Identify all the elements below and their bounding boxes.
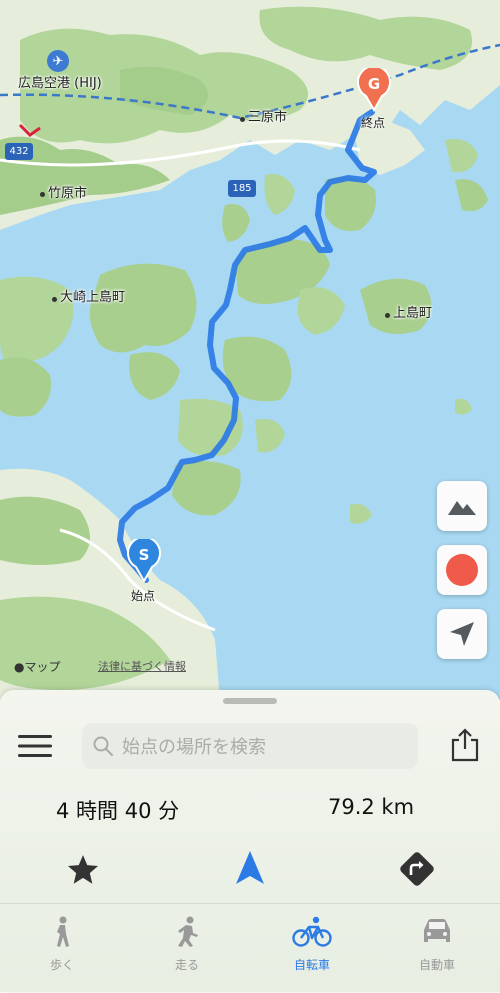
tab-walk-label: 歩く <box>49 958 74 972</box>
place-label-osakikamijima: 大崎上島町 <box>60 290 126 305</box>
tab-run[interactable]: 走る <box>137 916 237 973</box>
record-icon <box>446 554 478 586</box>
search-icon <box>93 736 113 756</box>
share-icon <box>451 728 479 762</box>
place-label-airport: 広島空港 (HIJ) <box>18 76 102 91</box>
car-icon <box>424 919 450 942</box>
map-view[interactable]: 広島空港 (HIJ) ✈ 三原市 竹原市 大崎上島町 上島町 432 185 G… <box>0 0 500 700</box>
location-arrow-icon <box>450 622 474 646</box>
terrain-button[interactable] <box>437 481 487 531</box>
tab-car[interactable]: 自動車 <box>387 916 487 973</box>
bottom-sheet: 始点の場所を検索 4 時間 40 分 79.2 km 歩く 走る 自転車 自動車 <box>0 690 500 992</box>
star-icon <box>67 855 99 884</box>
walking-person-icon <box>57 916 69 947</box>
place-dot-osakikamijima <box>52 297 57 302</box>
turn-right-icon <box>400 852 434 886</box>
road-shield-432: 432 <box>5 143 33 160</box>
transport-tab-bar: 歩く 走る 自転車 自動車 <box>0 903 500 993</box>
tab-bicycle-label: 自転車 <box>293 958 330 972</box>
apple-icon: ● <box>14 660 25 674</box>
route-duration: 4 時間 40 分 <box>56 799 180 823</box>
record-button[interactable] <box>437 545 487 595</box>
navigation-arrow-icon <box>236 851 264 884</box>
place-dot-takehara <box>40 192 45 197</box>
start-letter: S <box>138 546 150 564</box>
bicycle-icon <box>292 916 332 947</box>
share-button[interactable] <box>450 728 480 762</box>
navigation-button[interactable] <box>233 850 267 886</box>
place-dot-mihara <box>240 117 245 122</box>
goal-marker[interactable]: G <box>356 65 392 113</box>
search-field[interactable]: 始点の場所を検索 <box>82 723 418 769</box>
menu-button[interactable] <box>18 735 52 757</box>
airport-icon: ✈ <box>47 50 69 72</box>
route-distance: 79.2 km <box>328 795 415 819</box>
start-label: 始点 <box>131 589 156 603</box>
goal-letter: G <box>367 75 381 93</box>
mountain-icon <box>448 501 476 515</box>
sheet-grabber[interactable] <box>223 698 277 704</box>
map-canvas[interactable] <box>0 0 500 700</box>
hamburger-icon <box>18 735 52 757</box>
road-shield-185: 185 <box>228 180 256 197</box>
maps-brand: マップ <box>24 660 61 674</box>
directions-button[interactable] <box>398 850 436 888</box>
place-dot-kamijima <box>385 313 390 318</box>
apple-maps-logo: ●マップ <box>14 658 61 675</box>
search-placeholder: 始点の場所を検索 <box>122 737 266 758</box>
running-person-icon <box>178 916 198 947</box>
locate-button[interactable] <box>437 609 487 659</box>
tab-bicycle[interactable]: 自転車 <box>262 916 362 973</box>
place-label-takehara: 竹原市 <box>48 186 88 201</box>
goal-label: 終点 <box>361 116 386 130</box>
place-label-kamijima: 上島町 <box>393 306 433 321</box>
tab-car-label: 自動車 <box>418 958 455 972</box>
tab-run-label: 走る <box>174 958 199 972</box>
start-marker[interactable]: S <box>126 536 162 584</box>
legal-link[interactable]: 法律に基づく情報 <box>98 658 186 674</box>
favorite-button[interactable] <box>66 853 100 887</box>
tab-walk[interactable]: 歩く <box>12 916 112 973</box>
place-label-mihara: 三原市 <box>248 110 288 125</box>
